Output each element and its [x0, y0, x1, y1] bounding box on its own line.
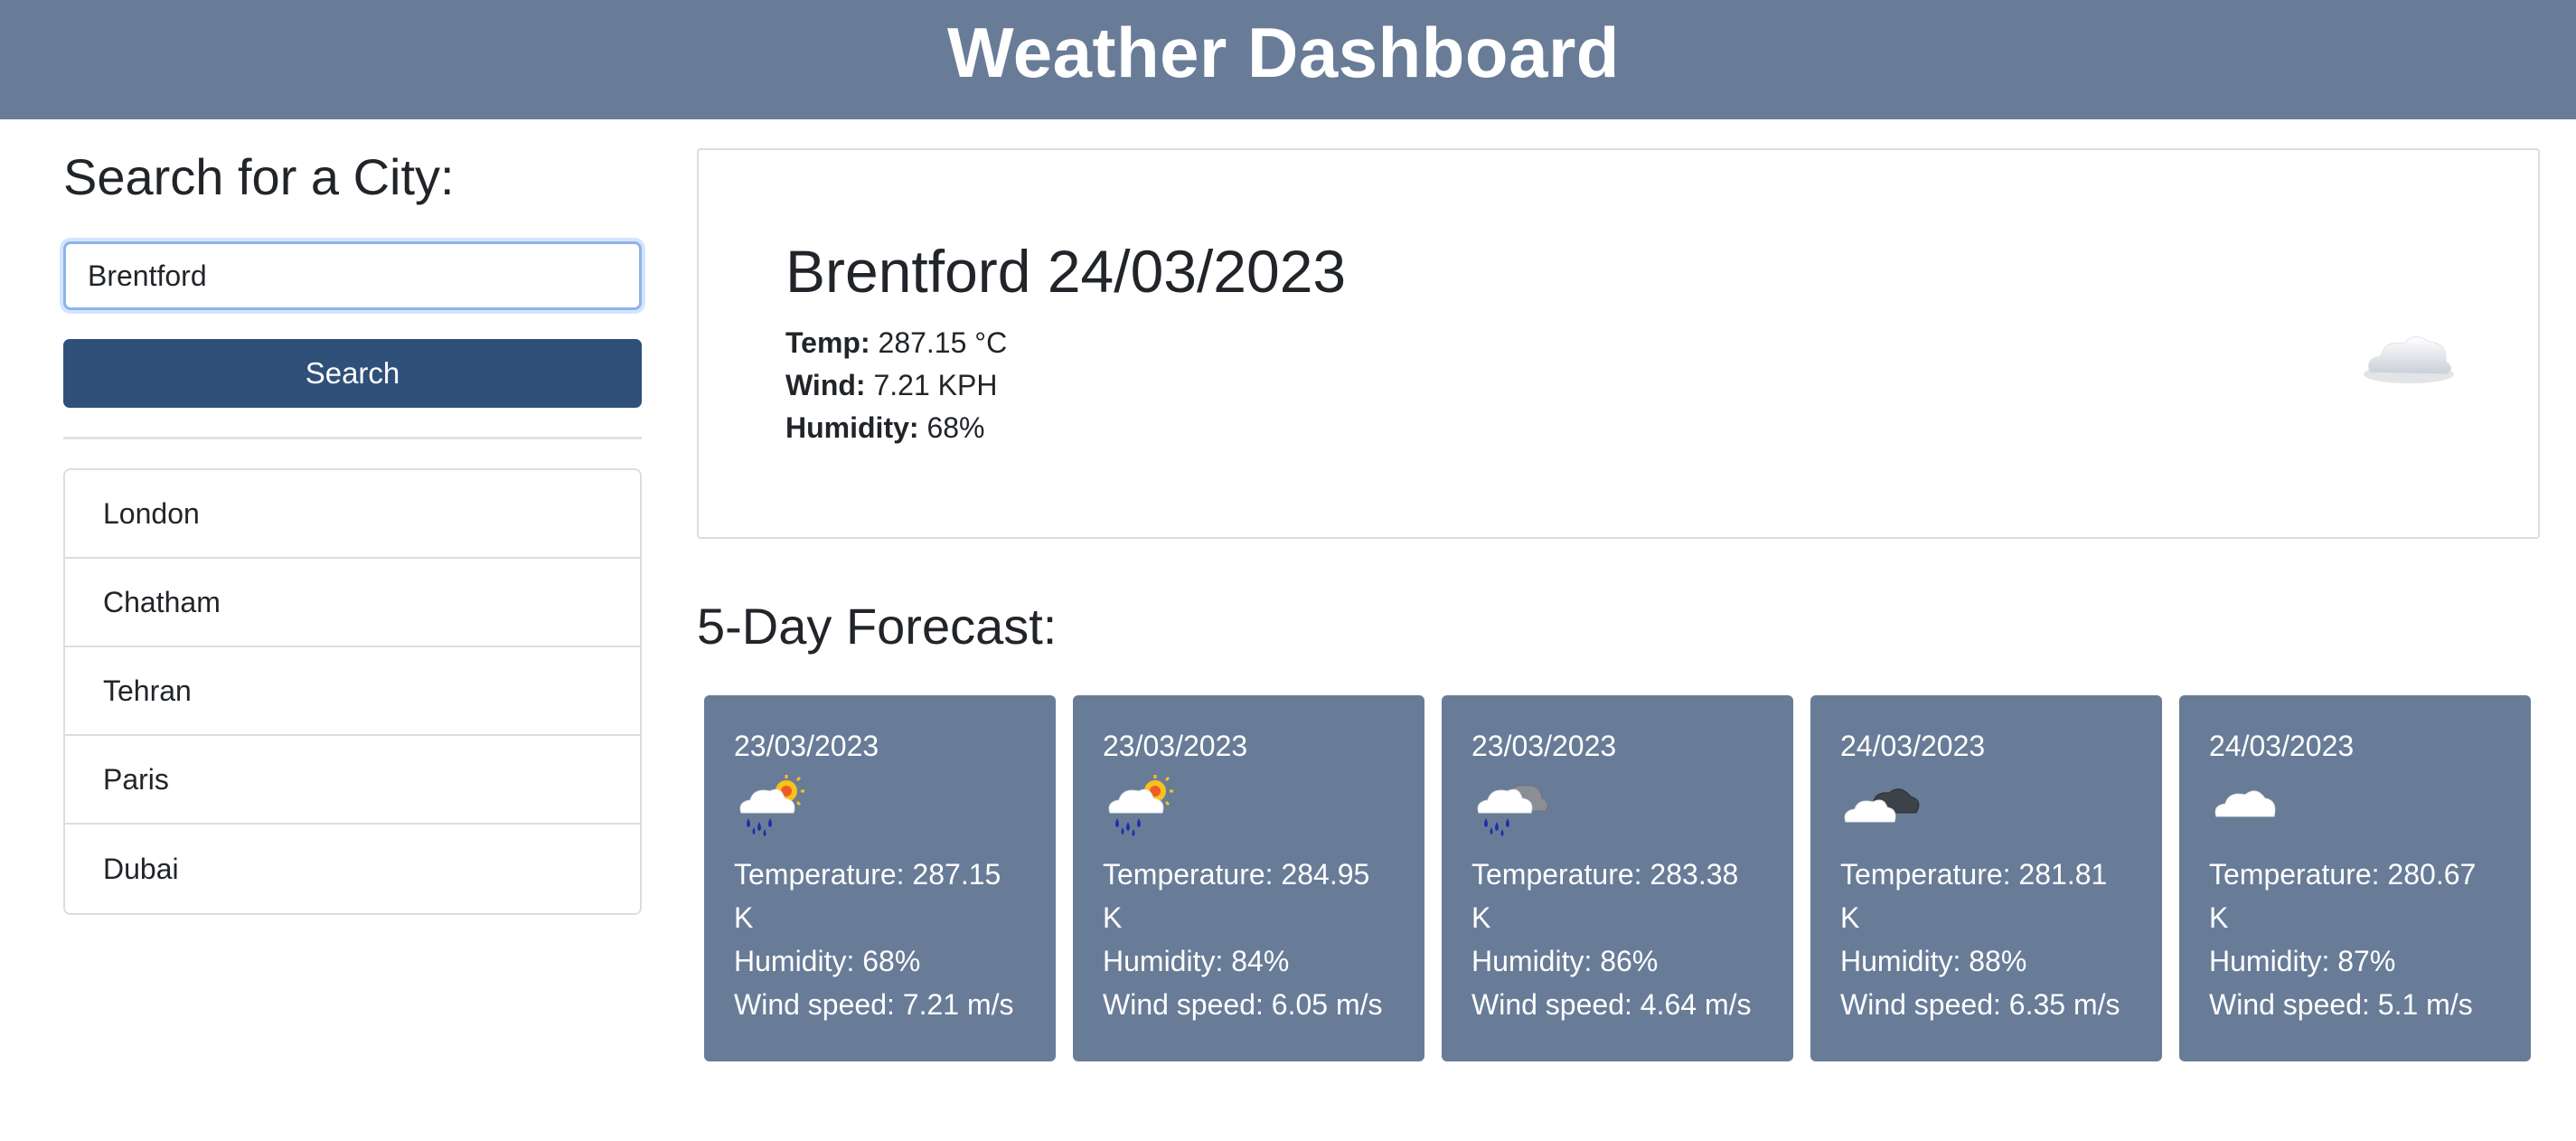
- forecast-date: 24/03/2023: [1840, 730, 1986, 762]
- current-wind-row: Wind: 7.21 KPH: [785, 364, 1007, 407]
- forecast-card: 24/03/2023 Temperature: 281.81 K Humidit…: [1810, 695, 2162, 1061]
- forecast-date: 23/03/2023: [734, 730, 879, 762]
- forecast-details: Temperature: 281.81 K Humidity: 88% Wind…: [1840, 853, 2162, 1026]
- rain-sun-icon: [1103, 773, 1184, 838]
- forecast-humidity: Humidity: 87%: [2209, 945, 2396, 977]
- humidity-label: Humidity:: [785, 411, 919, 444]
- current-stats: Temp: 287.15 °C Wind: 7.21 KPH Humidity:…: [785, 322, 1007, 449]
- history-item-dubai[interactable]: Dubai: [65, 825, 640, 914]
- wind-value: 7.21 KPH: [873, 369, 998, 401]
- forecast-wind: Wind speed: 6.05 m/s: [1103, 988, 1383, 1021]
- forecast-date: 23/03/2023: [1471, 730, 1617, 762]
- forecast-wind: Wind speed: 5.1 m/s: [2209, 988, 2473, 1021]
- forecast-wind: Wind speed: 4.64 m/s: [1471, 988, 1752, 1021]
- forecast-details: Temperature: 284.95 K Humidity: 84% Wind…: [1103, 853, 1424, 1026]
- forecast-humidity: Humidity: 86%: [1471, 945, 1659, 977]
- forecast-title: 5-Day Forecast:: [697, 598, 1058, 655]
- forecast-temperature: Temperature: 281.81 K: [1840, 858, 2108, 934]
- search-history-list: London Chatham Tehran Paris Dubai: [63, 468, 642, 916]
- forecast-temperature: Temperature: 283.38 K: [1471, 858, 1739, 934]
- forecast-temperature: Temperature: 284.95 K: [1103, 858, 1370, 934]
- page-title: Weather Dashboard: [947, 12, 1620, 92]
- forecast-card: 23/03/2023 Temperature: 284.95 K Humidit…: [1073, 695, 1424, 1061]
- forecast-temperature: Temperature: 280.67 K: [2209, 858, 2477, 934]
- forecast-wind: Wind speed: 7.21 m/s: [734, 988, 1014, 1021]
- search-sidebar: Search for a City: Search London Chatham…: [63, 145, 642, 916]
- cloud-icon: [2209, 773, 2290, 838]
- forecast-wind: Wind speed: 6.35 m/s: [1840, 988, 2120, 1021]
- forecast-humidity: Humidity: 84%: [1103, 945, 1290, 977]
- forecast-card: 23/03/2023 Temperature: 287.15 K Humidit…: [704, 695, 1056, 1061]
- current-city-title: Brentford 24/03/2023: [785, 238, 1347, 305]
- humidity-value: 68%: [926, 411, 985, 444]
- page-header: Weather Dashboard: [0, 0, 2576, 119]
- wind-label: Wind:: [785, 369, 866, 401]
- forecast-row: 23/03/2023 Temperature: 287.15 K Humidit…: [704, 695, 2534, 1061]
- overcast-clouds-icon: [1840, 773, 1922, 838]
- forecast-humidity: Humidity: 88%: [1840, 945, 2027, 977]
- forecast-details: Temperature: 283.38 K Humidity: 86% Wind…: [1471, 853, 1793, 1026]
- forecast-card: 23/03/2023 Temperature: 283.38 K Humidit…: [1442, 695, 1793, 1061]
- search-button[interactable]: Search: [63, 339, 642, 409]
- forecast-details: Temperature: 280.67 K Humidity: 87% Wind…: [2209, 853, 2531, 1026]
- history-item-london[interactable]: London: [65, 470, 640, 560]
- history-item-tehran[interactable]: Tehran: [65, 647, 640, 737]
- cloud-icon: [2359, 322, 2458, 394]
- history-item-paris[interactable]: Paris: [65, 736, 640, 825]
- temp-value: 287.15 °C: [878, 326, 1008, 359]
- temp-label: Temp:: [785, 326, 870, 359]
- divider: [63, 437, 642, 440]
- history-item-chatham[interactable]: Chatham: [65, 559, 640, 648]
- current-weather-card: Brentford 24/03/2023 Temp: 287.15 °C Win…: [697, 148, 2540, 539]
- current-humidity-row: Humidity: 68%: [785, 407, 1007, 449]
- forecast-temperature: Temperature: 287.15 K: [734, 858, 1001, 934]
- forecast-humidity: Humidity: 68%: [734, 945, 921, 977]
- city-search-input[interactable]: [63, 241, 642, 311]
- current-temp-row: Temp: 287.15 °C: [785, 322, 1007, 364]
- forecast-details: Temperature: 287.15 K Humidity: 68% Wind…: [734, 853, 1056, 1026]
- forecast-card: 24/03/2023 Temperature: 280.67 K Humidit…: [2179, 695, 2531, 1061]
- rain-sun-icon: [734, 773, 815, 838]
- forecast-date: 24/03/2023: [2209, 730, 2355, 762]
- search-heading: Search for a City:: [63, 148, 455, 205]
- forecast-date: 23/03/2023: [1103, 730, 1248, 762]
- rain-cloud-icon: [1471, 773, 1553, 838]
